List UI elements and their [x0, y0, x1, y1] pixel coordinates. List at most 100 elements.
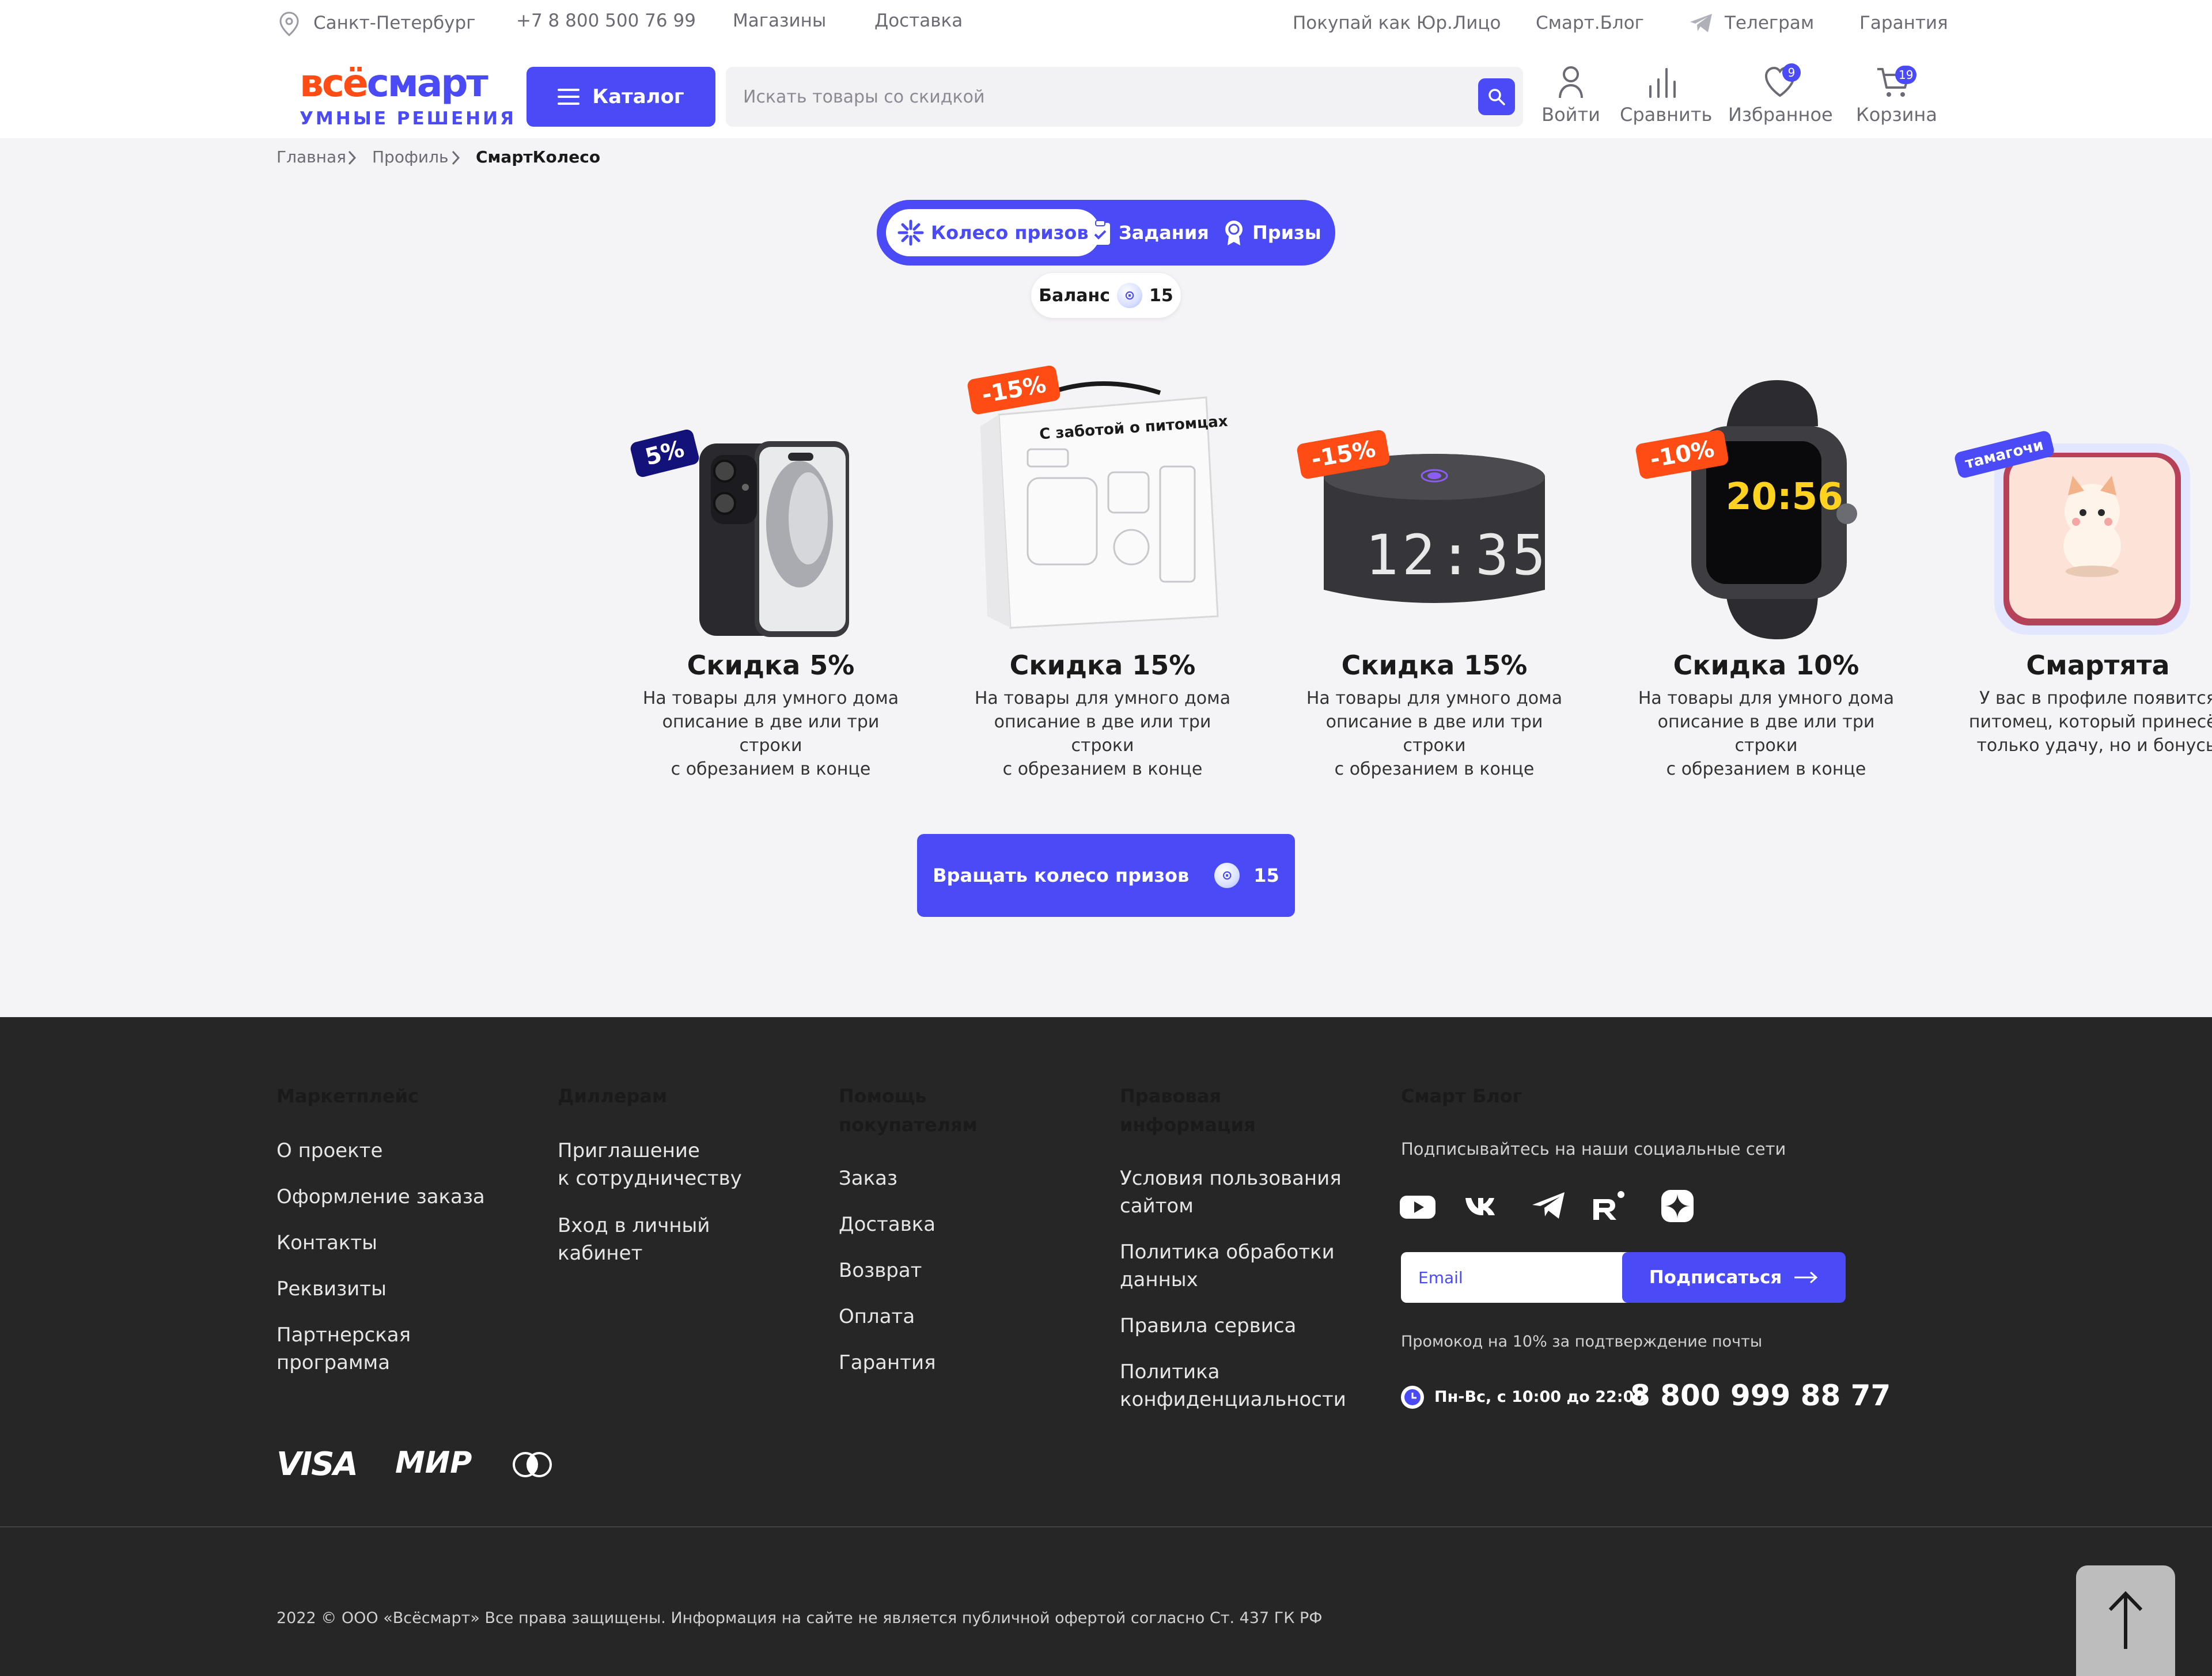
location-pin-icon: [279, 12, 299, 36]
footer-column-title: Диллерам: [558, 1085, 668, 1107]
prize-description: У вас в профиле появится питомец, которы…: [1968, 688, 2212, 756]
balance-badge: Баланс ⊙ 15: [1031, 273, 1181, 318]
favorites-count-badge: 9: [1782, 63, 1801, 82]
clock-icon: [1401, 1386, 1424, 1409]
footer-link[interactable]: Политика конфиденциальности: [1120, 1358, 1346, 1413]
cart-button[interactable]: Корзина: [1856, 65, 1937, 126]
smart-speaker-image: [1324, 454, 1545, 603]
menu-icon: [558, 89, 580, 105]
footer-link[interactable]: Возврат: [839, 1257, 922, 1284]
delivery-link[interactable]: Доставка: [874, 10, 963, 31]
working-hours: Пн-Вс, с 10:00 до 22:00: [1434, 1388, 1645, 1406]
tab-tasks-label: Задания: [1119, 222, 1209, 244]
email-input[interactable]: [1401, 1252, 1654, 1303]
chevron-right-icon: [452, 150, 460, 165]
subscribe-button[interactable]: Подписаться: [1622, 1252, 1846, 1303]
wheel-icon: [897, 219, 924, 246]
footer-link[interactable]: Доставка: [839, 1211, 935, 1238]
footer-link[interactable]: Оплата: [839, 1303, 915, 1330]
mir-logo: МИР: [395, 1446, 472, 1480]
tab-prizes[interactable]: Призы: [1211, 209, 1333, 256]
balance-value: 15: [1149, 285, 1173, 306]
cart-label: Корзина: [1856, 104, 1937, 126]
footer-column-title: Правовая информация: [1120, 1085, 1256, 1136]
footer-link[interactable]: Приглашение к сотрудничеству: [558, 1137, 742, 1192]
wheel-tabs: Колесо призов Задания Призы: [877, 200, 1335, 266]
smartphone-image: [699, 441, 849, 637]
login-button[interactable]: Войти: [1539, 65, 1603, 126]
tab-tasks[interactable]: Задания: [1077, 209, 1221, 256]
clipboard-icon: [1090, 220, 1110, 245]
top-phone-link[interactable]: +7 8 800 500 76 99: [516, 10, 696, 31]
footer-link[interactable]: Реквизиты: [276, 1275, 387, 1303]
footer-link[interactable]: Условия пользования сайтом: [1120, 1165, 1342, 1220]
catalog-button[interactable]: Каталог: [527, 67, 715, 127]
footer-link[interactable]: Заказ: [839, 1165, 897, 1192]
footer-link[interactable]: Политика обработки данных: [1120, 1238, 1335, 1294]
footer-phone[interactable]: 8 800 999 88 77: [1630, 1379, 1891, 1412]
search-button[interactable]: [1478, 78, 1515, 115]
tab-prizes-label: Призы: [1252, 222, 1321, 244]
logo-wordmark: всё: [300, 61, 369, 105]
compare-button[interactable]: Сравнить: [1620, 65, 1712, 126]
prize-description: На товары для умного дома описание в две…: [1306, 688, 1563, 779]
breadcrumb-profile[interactable]: Профиль: [372, 147, 449, 166]
footer-link[interactable]: Правила сервиса: [1120, 1312, 1296, 1340]
subscribe-label: Подписаться: [1649, 1267, 1782, 1288]
prize-title: Смартята: [2026, 650, 2170, 681]
logo-wordmark-accent: смарт: [366, 61, 488, 105]
arrow-up-icon: [2108, 1591, 2143, 1649]
youtube-icon[interactable]: [1399, 1189, 1437, 1222]
telegram-link[interactable]: Телеграм: [1725, 13, 1814, 33]
spin-wheel-button[interactable]: Вращать колесо призов ⊙ 15: [917, 834, 1295, 917]
search-input[interactable]: [743, 67, 1434, 127]
speaker-clock: 12:35: [1365, 523, 1549, 587]
footer-link[interactable]: Оформление заказа: [276, 1183, 485, 1211]
watch-clock: 20:56: [1726, 476, 1843, 518]
stores-link[interactable]: Магазины: [733, 10, 826, 31]
dzen-icon[interactable]: [1658, 1189, 1696, 1222]
favorites-button[interactable]: Избранное: [1728, 65, 1833, 126]
footer-link[interactable]: О проекте: [276, 1137, 382, 1165]
coin-icon: ⊙: [1117, 283, 1143, 308]
social-caption: Подписывайтесь на наши социальные сети: [1401, 1139, 1786, 1159]
prize-card: 5% Скидка 5% На товары для умного дома о…: [629, 363, 909, 781]
catalog-label: Каталог: [592, 85, 684, 108]
prize-card: С заботой о питомцах -15% Скидка 15% На …: [964, 363, 1241, 781]
footer-link[interactable]: Контакты: [276, 1229, 377, 1257]
prize-title: Скидка 15%: [1341, 650, 1528, 681]
prize-card: 20:56 -10% Скидка 10% На товары для умно…: [1628, 363, 1904, 781]
telegram-icon[interactable]: [1530, 1189, 1568, 1222]
tab-prize-wheel-label: Колесо призов: [931, 222, 1089, 244]
footer-link[interactable]: Гарантия: [839, 1349, 936, 1377]
prize-card: 12:35 -15% Скидка 15% На товары для умно…: [1296, 363, 1573, 781]
medal-icon: [1225, 221, 1243, 245]
city-selector[interactable]: Санкт-Петербург: [313, 13, 476, 33]
footer-column-title: Помощь покупателям: [839, 1085, 978, 1136]
spin-cost: 15: [1253, 864, 1279, 886]
rutube-icon[interactable]: [1590, 1189, 1628, 1222]
prize-title: Скидка 15%: [1009, 650, 1196, 681]
search-icon: [1488, 89, 1505, 105]
email-field-wrapper: [1401, 1252, 1654, 1303]
prize-title: Скидка 10%: [1673, 650, 1859, 681]
footer-link[interactable]: Вход в личный кабинет: [558, 1212, 710, 1267]
visa-logo: VISA: [276, 1446, 358, 1483]
copyright: 2022 © ООО «Всёсмарт» Все права защищены…: [276, 1609, 1323, 1627]
search-bar: [726, 67, 1523, 127]
user-icon: [1559, 66, 1583, 98]
logo-tagline: УМНЫЕ РЕШЕНИЯ: [300, 108, 516, 129]
mastercard-icon: [513, 1452, 552, 1477]
site-logo[interactable]: всёсмарт УМНЫЕ РЕШЕНИЯ: [300, 65, 516, 130]
prize-description: На товары для умного дома описание в две…: [974, 688, 1231, 779]
legal-entity-link[interactable]: Покупай как Юр.Лицо: [1293, 13, 1501, 33]
blog-link[interactable]: Смарт.Блог: [1536, 13, 1644, 33]
compare-label: Сравнить: [1620, 104, 1713, 126]
footer-link[interactable]: Партнерская программа: [276, 1321, 411, 1377]
vk-icon[interactable]: [1463, 1189, 1501, 1222]
breadcrumb-home[interactable]: Главная: [276, 147, 346, 166]
tab-prize-wheel[interactable]: Колесо призов: [886, 209, 1100, 256]
balance-label: Баланс: [1039, 285, 1111, 306]
warranty-link[interactable]: Гарантия: [1859, 13, 1948, 33]
scroll-to-top-button[interactable]: [2076, 1565, 2175, 1676]
